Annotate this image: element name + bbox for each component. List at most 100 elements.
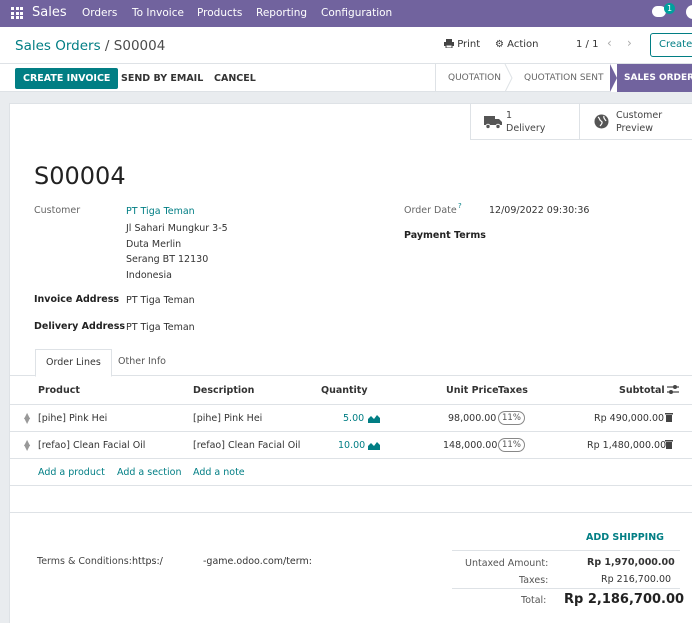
taxes-label: Taxes: bbox=[519, 575, 549, 586]
add-note-link[interactable]: Add a note bbox=[193, 467, 245, 478]
row-subtotal: Rp 490,000.00 bbox=[594, 413, 665, 424]
divider bbox=[10, 458, 692, 459]
delivery-smart-button[interactable]: 1 Delivery bbox=[470, 104, 580, 140]
total-label: Total: bbox=[521, 595, 547, 606]
trash-icon[interactable] bbox=[665, 412, 673, 422]
send-by-email-button[interactable]: SEND BY EMAIL bbox=[121, 73, 203, 84]
divider bbox=[10, 512, 692, 513]
print-icon bbox=[444, 39, 454, 49]
row-subtotal: Rp 1,480,000.00 bbox=[587, 440, 667, 451]
menu-reporting[interactable]: Reporting bbox=[256, 7, 307, 19]
customer-address-line: Indonesia bbox=[126, 270, 172, 281]
breadcrumb: Sales Orders / S00004 bbox=[15, 38, 165, 54]
delivery-count: 1 bbox=[506, 110, 513, 121]
row-product[interactable]: [refao] Clean Facial Oil bbox=[38, 440, 145, 451]
breadcrumb-separator: / bbox=[104, 38, 110, 54]
tax-badge[interactable]: 11% bbox=[498, 438, 525, 452]
breadcrumb-current: S00004 bbox=[113, 38, 166, 54]
row-description[interactable]: [pihe] Pink Hei bbox=[193, 413, 262, 424]
row-product[interactable]: [pihe] Pink Hei bbox=[38, 413, 107, 424]
divider bbox=[452, 588, 680, 589]
customer-address-line: Serang BT 12130 bbox=[126, 254, 209, 265]
action-label: Action bbox=[507, 39, 539, 50]
add-product-link[interactable]: Add a product bbox=[38, 467, 105, 478]
row-quantity[interactable]: 10.00 bbox=[338, 440, 365, 451]
row-quantity[interactable]: 5.00 bbox=[343, 413, 364, 424]
trash-icon[interactable] bbox=[665, 439, 673, 449]
tab-order-lines[interactable]: Order Lines bbox=[35, 349, 112, 377]
terms-prefix[interactable]: https:/ bbox=[132, 556, 163, 567]
customer-address-line: Jl Sahari Mungkur 3-5 bbox=[126, 223, 228, 234]
app-name[interactable]: Sales bbox=[32, 5, 67, 20]
invoice-address-field[interactable]: PT Tiga Teman bbox=[126, 295, 195, 306]
pager-previous-icon[interactable]: ‹ bbox=[607, 36, 612, 50]
order-name: S00004 bbox=[34, 162, 126, 190]
terms-suffix[interactable]: ‑game.odoo.com/term: bbox=[203, 556, 312, 567]
add-section-link[interactable]: Add a section bbox=[117, 467, 181, 478]
row-unit-price[interactable]: 148,000.00 bbox=[443, 440, 497, 451]
stage-quotation[interactable]: QUOTATION bbox=[448, 73, 501, 83]
col-quantity[interactable]: Quantity bbox=[321, 385, 368, 396]
order-date-label: Order Date bbox=[404, 205, 457, 216]
col-subtotal[interactable]: Subtotal bbox=[619, 385, 665, 396]
tab-other-info[interactable]: Other Info bbox=[108, 349, 176, 376]
total-value: Rp 2,186,700.00 bbox=[564, 592, 685, 607]
col-product[interactable]: Product bbox=[38, 385, 80, 396]
invoice-address-label: Invoice Address bbox=[34, 294, 120, 305]
cancel-button[interactable]: CANCEL bbox=[214, 73, 256, 84]
stage-divider bbox=[435, 64, 436, 92]
order-date-value[interactable]: 12/09/2022 09:30:36 bbox=[489, 205, 589, 216]
pager-next-icon[interactable]: › bbox=[627, 36, 632, 50]
row-unit-price[interactable]: 98,000.00 bbox=[448, 413, 496, 424]
pager-value[interactable]: 1 / 1 bbox=[576, 39, 598, 50]
table-row[interactable]: ▲ ▼ [pihe] Pink Hei [pihe] Pink Hei 5.00 … bbox=[10, 404, 692, 431]
stage-arrow bbox=[504, 64, 513, 92]
customer-preview-smart-button[interactable]: Customer Preview bbox=[579, 104, 692, 140]
stage-sales-order[interactable]: SALES ORDER bbox=[610, 64, 692, 92]
add-shipping-button[interactable]: ADD SHIPPING bbox=[586, 532, 664, 543]
untaxed-amount-label: Untaxed Amount: bbox=[465, 558, 549, 569]
delivery-label: Delivery bbox=[506, 123, 546, 134]
col-taxes[interactable]: Taxes bbox=[498, 385, 528, 396]
avatar[interactable] bbox=[686, 5, 692, 19]
menu-products[interactable]: Products bbox=[197, 7, 242, 19]
gear-icon: ⚙ bbox=[495, 39, 504, 50]
column-settings-icon[interactable] bbox=[667, 384, 679, 395]
menu-orders[interactable]: Orders bbox=[82, 7, 117, 19]
status-bar: CREATE INVOICE SEND BY EMAIL CANCEL QUOT… bbox=[0, 64, 692, 92]
create-button[interactable]: Create bbox=[650, 33, 692, 57]
action-button[interactable]: ⚙ Action bbox=[495, 39, 538, 50]
drag-handle-icon[interactable]: ▲ ▼ bbox=[24, 439, 30, 452]
delivery-address-field[interactable]: PT Tiga Teman bbox=[126, 322, 195, 333]
col-description[interactable]: Description bbox=[193, 385, 254, 396]
menu-to-invoice[interactable]: To Invoice bbox=[132, 7, 184, 19]
truck-icon bbox=[484, 116, 502, 129]
stage-quotation-sent[interactable]: QUOTATION SENT bbox=[524, 73, 603, 83]
divider bbox=[452, 550, 680, 551]
help-icon[interactable]: ? bbox=[458, 202, 462, 210]
preview-line2: Preview bbox=[616, 123, 653, 134]
row-description[interactable]: [refao] Clean Facial Oil bbox=[193, 440, 300, 451]
col-unit-price[interactable]: Unit Price bbox=[446, 385, 499, 396]
forecast-chart-icon[interactable] bbox=[368, 414, 380, 423]
breadcrumb-sales-orders[interactable]: Sales Orders bbox=[15, 38, 101, 54]
globe-icon bbox=[594, 114, 609, 129]
top-navbar: Sales Orders To Invoice Products Reporti… bbox=[0, 0, 692, 27]
print-button[interactable]: Print bbox=[444, 39, 480, 50]
customer-address-line: Duta Merlin bbox=[126, 239, 182, 250]
drag-handle-icon[interactable]: ▲ ▼ bbox=[24, 412, 30, 425]
create-invoice-button[interactable]: CREATE INVOICE bbox=[15, 68, 119, 89]
table-row[interactable]: ▲ ▼ [refao] Clean Facial Oil [refao] Clea… bbox=[10, 431, 692, 458]
control-panel: Sales Orders / S00004 Print ⚙ Action 1 /… bbox=[0, 27, 692, 64]
taxes-value: Rp 216,700.00 bbox=[601, 574, 672, 585]
customer-label: Customer bbox=[34, 205, 81, 216]
delivery-address-label: Delivery Address bbox=[34, 321, 126, 332]
customer-link[interactable]: PT Tiga Teman bbox=[126, 206, 195, 217]
menu-configuration[interactable]: Configuration bbox=[321, 7, 392, 19]
chat-badge: 1 bbox=[664, 3, 676, 14]
form-sheet: 1 Delivery Customer Preview S00004 Custo… bbox=[9, 103, 692, 623]
forecast-chart-icon[interactable] bbox=[368, 441, 380, 450]
tax-badge[interactable]: 11% bbox=[498, 411, 525, 425]
apps-grid-icon[interactable] bbox=[11, 7, 23, 19]
preview-line1: Customer bbox=[616, 110, 663, 121]
